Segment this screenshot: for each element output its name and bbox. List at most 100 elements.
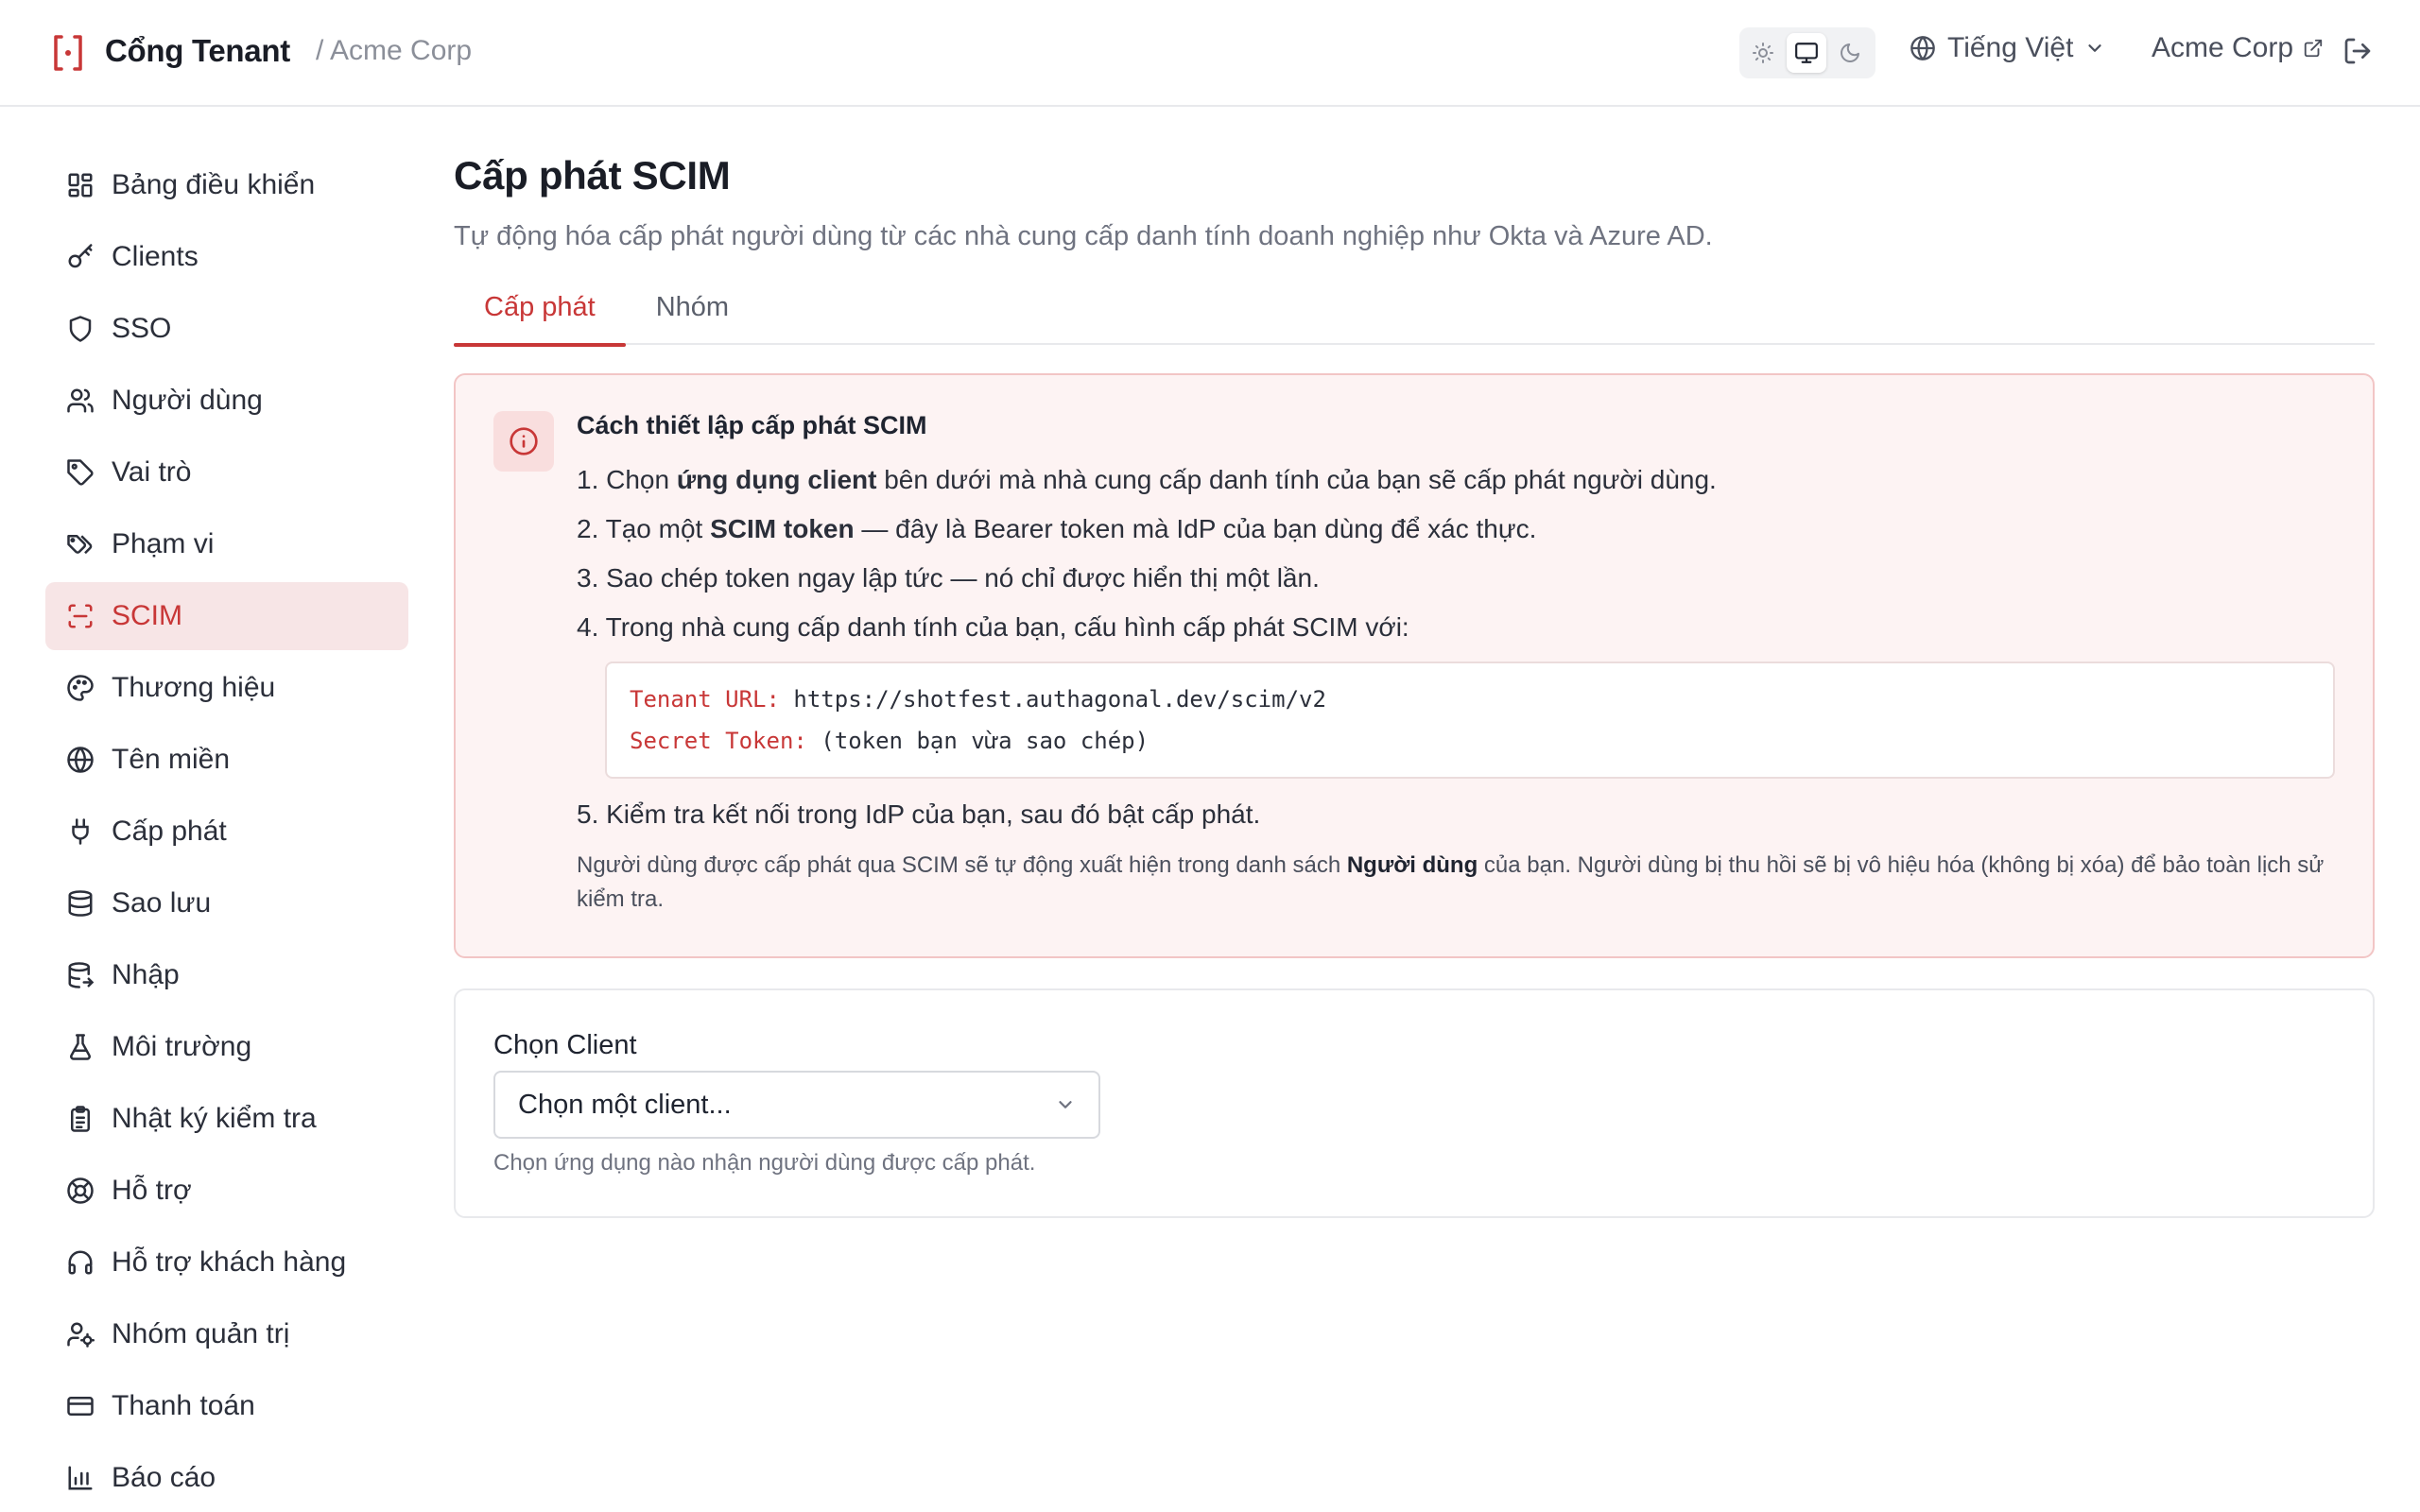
sidebar-item-billing[interactable]: Thanh toán (45, 1372, 408, 1440)
light-theme-button[interactable] (1743, 33, 1783, 73)
sidebar-item-label: SSO (112, 313, 172, 344)
step-text: bên dưới mà nhà cung cấp danh tính của b… (876, 465, 1717, 494)
sidebar-item-domains[interactable]: Tên miền (45, 726, 408, 794)
sidebar-item-backup[interactable]: Sao lưu (45, 869, 408, 937)
sidebar-item-roles[interactable]: Vai trò (45, 438, 408, 507)
globe-icon (67, 747, 94, 773)
main-content: Cấp phát SCIM Tự động hóa cấp phát người… (454, 151, 2375, 1218)
sidebar-item-label: Hỗ trợ (112, 1175, 192, 1206)
database-icon (68, 890, 93, 917)
lifebuoy-icon (67, 1177, 94, 1204)
scim-config-code-block[interactable]: Tenant URL: https://shotfest.authagonal.… (605, 662, 2335, 779)
logout-button[interactable] (2342, 36, 2373, 71)
sidebar-item-branding[interactable]: Thương hiệu (45, 654, 408, 722)
credit-card-icon (67, 1397, 94, 1416)
sidebar-item-dashboard[interactable]: Bảng điều khiển (45, 151, 408, 219)
sidebar-item-audit-log[interactable]: Nhật ký kiểm tra (45, 1085, 408, 1153)
logout-icon (2344, 38, 2371, 64)
tab-bar: Cấp phát Nhóm (454, 286, 2375, 347)
sidebar-item-label: Người dùng (112, 385, 263, 416)
top-header: Cổng Tenant / Acme Corp Tiếng Việt Acme … (0, 0, 2420, 107)
org-external-link[interactable]: Acme Corp (2152, 32, 2324, 64)
code-line-url: Tenant URL: https://shotfest.authagonal.… (630, 679, 2310, 720)
secret-token-value: (token bạn vừa sao chép) (821, 728, 1150, 754)
user-cog-icon (67, 1322, 95, 1348)
note-text: Người dùng được cấp phát qua SCIM sẽ tự … (577, 852, 1347, 878)
sidebar-item-environments[interactable]: Môi trường (45, 1013, 408, 1081)
page-title: Cấp phát SCIM (454, 153, 731, 198)
sidebar-item-label: Tên miền (112, 744, 231, 775)
sidebar-item-scopes[interactable]: Phạm vi (45, 510, 408, 578)
users-link-text: Người dùng (1346, 852, 1478, 878)
info-icon (510, 427, 538, 455)
sidebar-item-label: Báo cáo (112, 1462, 216, 1493)
palette-icon (67, 675, 94, 701)
sidebar-item-customer-support[interactable]: Hỗ trợ khách hàng (45, 1228, 408, 1297)
client-select-value: Chọn một client... (518, 1089, 732, 1120)
sidebar-item-label: SCIM (112, 600, 182, 631)
scan-icon (68, 604, 93, 628)
moon-icon (1841, 43, 1859, 62)
external-link-icon (2304, 39, 2323, 58)
dark-theme-button[interactable] (1830, 33, 1870, 73)
sidebar-item-label: Hỗ trợ khách hàng (112, 1246, 347, 1278)
code-line-token: Secret Token: (token bạn vừa sao chép) (630, 720, 2310, 762)
sidebar-item-clients[interactable]: Clients (45, 223, 408, 291)
sidebar-item-users[interactable]: Người dùng (45, 367, 408, 435)
sidebar-item-label: Phạm vi (112, 528, 215, 559)
sidebar-nav: Bảng điều khiển Clients SSO Người dùng V… (45, 151, 408, 1512)
chevron-down-icon (1059, 1101, 1072, 1108)
sidebar-item-label: Nhóm quản trị (112, 1318, 290, 1349)
globe-icon (1910, 36, 1935, 60)
database-import-icon (68, 962, 95, 988)
sidebar-item-label: Thanh toán (112, 1390, 255, 1421)
setup-instructions-box: Cách thiết lập cấp phát SCIM 1. Chọn ứng… (454, 373, 2375, 958)
tenant-url-value: https://shotfest.authagonal.dev/scim/v2 (793, 686, 1326, 713)
sidebar-item-label: Bảng điều khiển (112, 169, 316, 200)
sidebar-item-label: Vai trò (112, 456, 192, 488)
sidebar-item-scim[interactable]: SCIM (45, 582, 408, 650)
system-theme-button[interactable] (1787, 33, 1826, 73)
dashboard-icon (68, 173, 93, 198)
step-text: 2. Tạo một (577, 514, 711, 543)
chevron-down-icon (2088, 44, 2102, 52)
headset-icon (68, 1250, 93, 1275)
instructions-title: Cách thiết lập cấp phát SCIM (577, 411, 927, 439)
instructions-note: Người dùng được cấp phát qua SCIM sẽ tự … (577, 849, 2335, 917)
monitor-icon (1795, 43, 1818, 63)
client-select-dropdown[interactable]: Chọn một client... (493, 1071, 1100, 1139)
step-text: — đây là Bearer token mà IdP của bạn dùn… (854, 514, 1537, 543)
code-key: Secret Token: (630, 728, 807, 754)
sidebar-item-label: Clients (112, 241, 199, 272)
sidebar-item-provisioning[interactable]: Cấp phát (45, 798, 408, 866)
users-icon (67, 388, 94, 413)
sidebar-item-label: Cấp phát (112, 816, 227, 847)
instructions-steps: 1. Chọn ứng dụng client bên dưới mà nhà … (577, 465, 2335, 643)
code-key: Tenant URL: (630, 686, 780, 713)
plug-icon (72, 818, 89, 845)
sidebar-item-label: Nhật ký kiểm tra (112, 1103, 317, 1134)
language-label: Tiếng Việt (1947, 32, 2074, 63)
tab-groups[interactable]: Nhóm (626, 286, 759, 345)
sidebar-item-reports[interactable]: Báo cáo (45, 1444, 408, 1512)
sidebar-item-admin-groups[interactable]: Nhóm quản trị (45, 1300, 408, 1368)
clipboard-icon (71, 1106, 90, 1132)
sidebar-item-support[interactable]: Hỗ trợ (45, 1157, 408, 1225)
step-item: 1. Chọn ứng dụng client bên dưới mà nhà … (577, 465, 2335, 495)
language-selector[interactable]: Tiếng Việt (1910, 32, 2105, 64)
sidebar-item-import[interactable]: Nhập (45, 941, 408, 1009)
client-select-help: Chọn ứng dụng nào nhận người dùng được c… (493, 1150, 1036, 1176)
sidebar-item-sso[interactable]: SSO (45, 295, 408, 363)
shield-icon (69, 316, 92, 342)
step-item: 4. Trong nhà cung cấp danh tính của bạn,… (577, 612, 1409, 642)
bar-chart-icon (68, 1466, 93, 1490)
tags-icon (67, 535, 93, 555)
flask-icon (70, 1034, 91, 1060)
step-item: 3. Sao chép token ngay lập tức — nó chỉ … (577, 563, 1320, 593)
instructions-steps-cont: 5. Kiểm tra kết nối trong IdP của bạn, s… (577, 799, 2335, 830)
tenant-breadcrumb[interactable]: / Acme Corp (316, 35, 472, 67)
client-select-card: Chọn Client Chọn một client... Chọn ứng … (454, 988, 2375, 1218)
step-emphasis: ứng dụng client (676, 465, 877, 494)
sidebar-item-label: Thương hiệu (112, 672, 276, 703)
tab-provisioning[interactable]: Cấp phát (454, 286, 626, 347)
